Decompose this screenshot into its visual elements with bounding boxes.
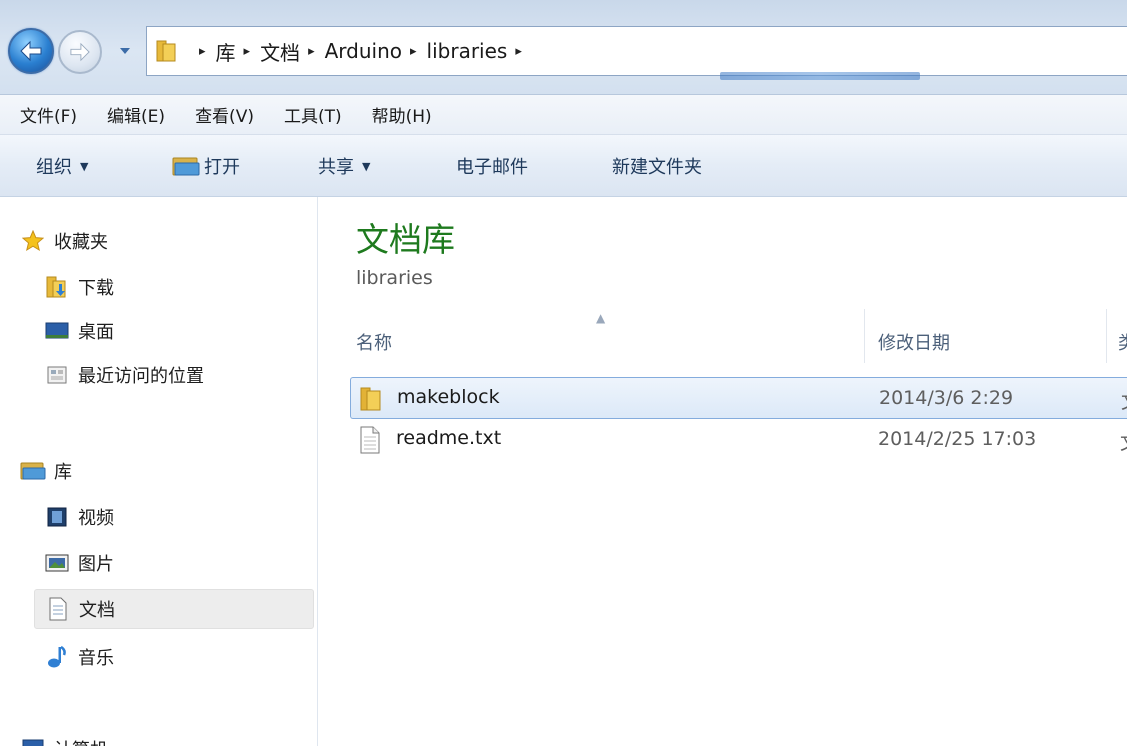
email-button[interactable]: 电子邮件 — [456, 153, 528, 179]
nav-pictures-label: 图片 — [78, 554, 114, 575]
nav-pictures[interactable]: 图片 — [44, 543, 314, 583]
nav-favorites-label: 收藏夹 — [54, 232, 108, 253]
back-arrow-icon — [20, 40, 42, 62]
breadcrumb-separator[interactable]: ▸ — [199, 44, 206, 59]
nav-recent-places-label: 最近访问的位置 — [78, 366, 204, 387]
sort-ascending-icon: ▲ — [596, 311, 606, 325]
address-progress-bar — [720, 72, 920, 80]
breadcrumb-library[interactable]: 库 — [216, 37, 236, 66]
address-bar-row: ▸ 库 ▸ 文档 ▸ Arduino ▸ libraries ▸ — [0, 0, 1127, 95]
column-divider[interactable] — [864, 309, 865, 363]
folder-icon — [359, 385, 385, 417]
music-note-icon — [44, 645, 70, 669]
nav-recent-places[interactable]: 最近访问的位置 — [44, 355, 314, 395]
menu-file[interactable]: 文件(F) — [20, 102, 77, 127]
menu-help[interactable]: 帮助(H) — [372, 102, 432, 127]
column-divider[interactable] — [1106, 309, 1107, 363]
downloads-folder-icon — [44, 275, 70, 299]
file-name: makeblock — [397, 386, 500, 408]
nav-desktop[interactable]: 桌面 — [44, 311, 314, 351]
column-name-header[interactable]: 名称 — [356, 329, 392, 355]
new-folder-button[interactable]: 新建文件夹 — [612, 153, 702, 179]
navigation-pane: 收藏夹 下载 桌面 最近访问的位置 库 视频 图片 文档 音乐 — [0, 197, 318, 746]
open-button[interactable]: 打开 — [172, 153, 240, 179]
recent-pages-dropdown-icon[interactable] — [118, 44, 132, 58]
address-box[interactable]: ▸ 库 ▸ 文档 ▸ Arduino ▸ libraries ▸ — [146, 26, 1127, 76]
pictures-icon — [44, 551, 70, 575]
chevron-down-icon: ▼ — [362, 159, 371, 173]
nav-computer-label: 计算机 — [54, 736, 108, 746]
desktop-icon — [44, 319, 70, 343]
nav-videos[interactable]: 视频 — [44, 497, 314, 537]
share-label: 共享 — [318, 157, 354, 178]
nav-libraries-label: 库 — [54, 462, 72, 483]
nav-favorites[interactable]: 收藏夹 — [20, 221, 312, 261]
breadcrumb-arduino[interactable]: Arduino — [325, 39, 402, 63]
library-subtitle: libraries — [356, 267, 433, 289]
file-type: 文 — [1120, 428, 1127, 455]
column-modified-header[interactable]: 修改日期 — [878, 329, 950, 355]
video-icon — [44, 505, 70, 529]
breadcrumb-documents[interactable]: 文档 — [260, 37, 300, 66]
library-title: 文档库 — [356, 220, 455, 259]
menu-bar: 文件(F) 编辑(E) 查看(V) 工具(T) 帮助(H) — [0, 95, 1127, 135]
nav-computer[interactable]: 计算机 — [20, 729, 312, 746]
star-icon — [20, 229, 46, 253]
nav-videos-label: 视频 — [78, 508, 114, 529]
column-header-row: ▲ 名称 修改日期 类 — [346, 309, 1127, 363]
file-row[interactable]: makeblock 2014/3/6 2:29 文 — [350, 377, 1127, 419]
organize-label: 组织 — [36, 157, 72, 178]
new-folder-label: 新建文件夹 — [612, 157, 702, 178]
nav-music-label: 音乐 — [78, 648, 114, 669]
menu-tools[interactable]: 工具(T) — [284, 102, 342, 127]
column-type-header[interactable]: 类 — [1118, 329, 1127, 355]
back-button[interactable] — [8, 28, 54, 74]
nav-desktop-label: 桌面 — [78, 322, 114, 343]
nav-libraries[interactable]: 库 — [20, 451, 312, 491]
organize-button[interactable]: 组织 ▼ — [36, 153, 88, 179]
nav-documents-label: 文档 — [79, 600, 115, 621]
nav-downloads-label: 下载 — [78, 278, 114, 299]
breadcrumb: ▸ 库 ▸ 文档 ▸ Arduino ▸ libraries ▸ — [191, 27, 532, 75]
open-folder-icon — [172, 157, 200, 176]
email-label: 电子邮件 — [456, 157, 528, 178]
nav-music[interactable]: 音乐 — [44, 637, 314, 677]
libraries-icon — [20, 459, 46, 483]
chevron-down-icon: ▼ — [80, 159, 89, 173]
nav-downloads[interactable]: 下载 — [44, 267, 314, 307]
document-icon — [45, 597, 71, 621]
nav-documents[interactable]: 文档 — [34, 589, 314, 629]
breadcrumb-separator[interactable]: ▸ — [515, 44, 522, 59]
command-toolbar: 组织 ▼ 打开 共享 ▼ 电子邮件 新建文件夹 — [0, 135, 1127, 197]
menu-view[interactable]: 查看(V) — [195, 102, 254, 127]
forward-button[interactable] — [58, 30, 102, 74]
forward-arrow-icon — [70, 42, 90, 62]
menu-edit[interactable]: 编辑(E) — [107, 102, 165, 127]
file-name: readme.txt — [396, 427, 502, 449]
computer-icon — [20, 737, 46, 746]
library-folder-icon — [156, 40, 176, 62]
share-button[interactable]: 共享 ▼ — [318, 153, 370, 179]
file-list-pane: 文档库 libraries ▲ 名称 修改日期 类 makeblock 2014… — [318, 197, 1127, 746]
breadcrumb-separator[interactable]: ▸ — [410, 44, 417, 59]
recent-places-icon — [44, 363, 70, 387]
breadcrumb-separator[interactable]: ▸ — [244, 44, 251, 59]
text-file-icon — [358, 426, 382, 458]
file-modified-date: 2014/3/6 2:29 — [879, 387, 1014, 409]
breadcrumb-separator[interactable]: ▸ — [308, 44, 315, 59]
file-modified-date: 2014/2/25 17:03 — [878, 428, 1037, 450]
file-type: 文 — [1121, 387, 1127, 414]
open-label: 打开 — [204, 157, 240, 178]
file-row[interactable]: readme.txt 2014/2/25 17:03 文 — [350, 419, 1127, 461]
breadcrumb-libraries[interactable]: libraries — [427, 39, 508, 63]
